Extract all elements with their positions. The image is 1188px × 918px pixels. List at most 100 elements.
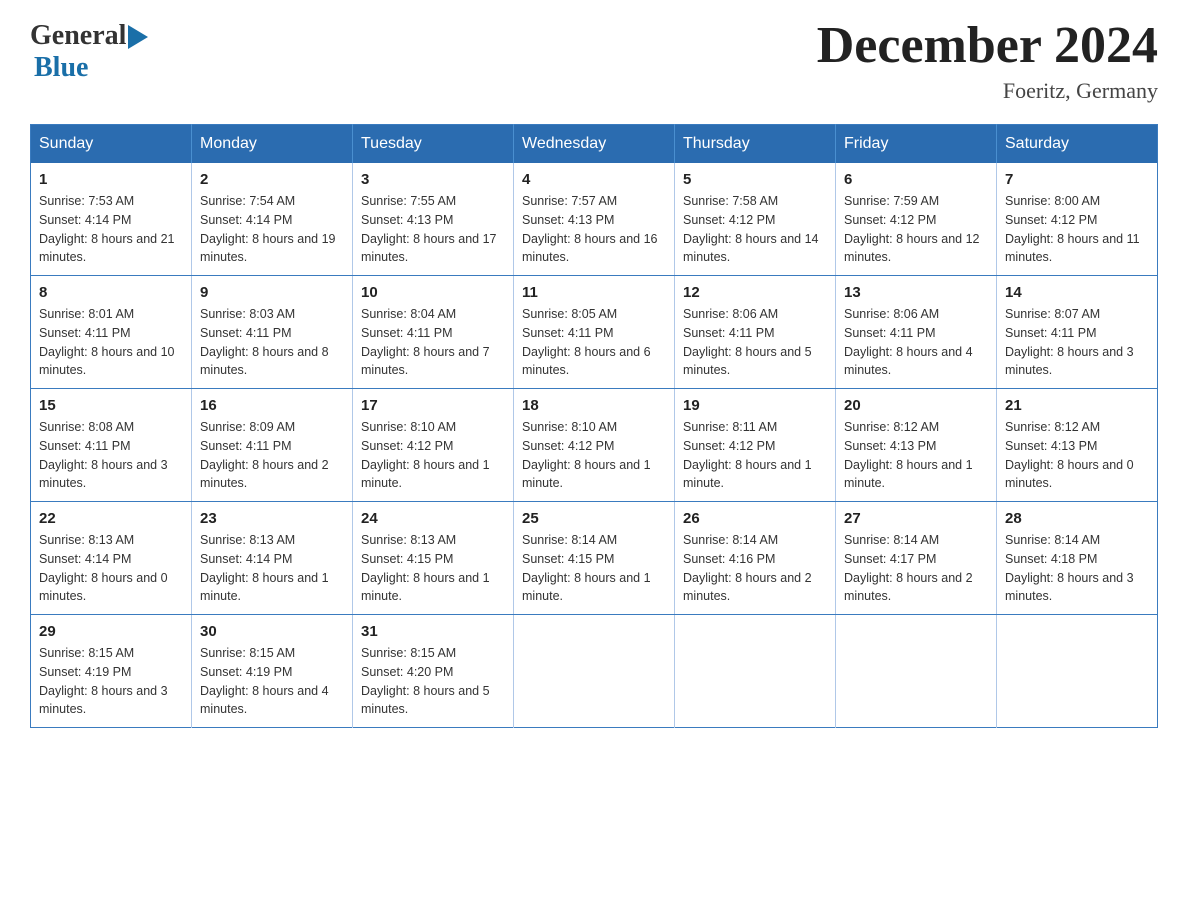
calendar-cell: 27 Sunrise: 8:14 AMSunset: 4:17 PMDayligh… (836, 502, 997, 615)
day-number: 12 (683, 284, 827, 301)
day-number: 5 (683, 171, 827, 188)
day-number: 21 (1005, 397, 1149, 414)
day-info: Sunrise: 7:57 AMSunset: 4:13 PMDaylight:… (522, 192, 666, 267)
calendar-cell: 30 Sunrise: 8:15 AMSunset: 4:19 PMDayligh… (192, 615, 353, 728)
day-number: 10 (361, 284, 505, 301)
calendar-cell: 29Sunrise: 8:15 AMSunset: 4:19 PMDayligh… (31, 615, 192, 728)
month-title: December 2024 (817, 20, 1158, 72)
calendar-cell: 14Sunrise: 8:07 AMSunset: 4:11 PMDayligh… (997, 276, 1158, 389)
calendar-cell: 26Sunrise: 8:14 AMSunset: 4:16 PMDayligh… (675, 502, 836, 615)
day-info: Sunrise: 7:53 AMSunset: 4:14 PMDaylight:… (39, 192, 183, 267)
calendar-cell (836, 615, 997, 728)
day-number: 17 (361, 397, 505, 414)
calendar-cell (675, 615, 836, 728)
calendar-cell: 17 Sunrise: 8:10 AMSunset: 4:12 PMDayligh… (353, 389, 514, 502)
day-info: Sunrise: 8:12 AMSunset: 4:13 PMDaylight:… (1005, 418, 1149, 493)
calendar-cell: 18 Sunrise: 8:10 AMSunset: 4:12 PMDayligh… (514, 389, 675, 502)
day-info: Sunrise: 7:59 AMSunset: 4:12 PMDaylight:… (844, 192, 988, 267)
day-info: Sunrise: 8:08 AMSunset: 4:11 PMDaylight:… (39, 418, 183, 493)
day-number: 28 (1005, 510, 1149, 527)
day-info: Sunrise: 8:06 AMSunset: 4:11 PMDaylight:… (683, 305, 827, 380)
logo-blue-text: Blue (34, 52, 88, 84)
calendar-cell: 6 Sunrise: 7:59 AMSunset: 4:12 PMDaylight… (836, 163, 997, 276)
logo: General Blue (30, 20, 150, 84)
day-number: 22 (39, 510, 183, 527)
day-info: Sunrise: 8:13 AMSunset: 4:14 PMDaylight:… (39, 531, 183, 606)
day-info: Sunrise: 8:03 AMSunset: 4:11 PMDaylight:… (200, 305, 344, 380)
day-info: Sunrise: 8:09 AMSunset: 4:11 PMDaylight:… (200, 418, 344, 493)
calendar-cell: 3 Sunrise: 7:55 AMSunset: 4:13 PMDaylight… (353, 163, 514, 276)
calendar-week-2: 8 Sunrise: 8:01 AMSunset: 4:11 PMDaylight… (31, 276, 1158, 389)
calendar-cell: 31Sunrise: 8:15 AMSunset: 4:20 PMDayligh… (353, 615, 514, 728)
day-info: Sunrise: 7:58 AMSunset: 4:12 PMDaylight:… (683, 192, 827, 267)
day-number: 18 (522, 397, 666, 414)
day-info: Sunrise: 8:12 AMSunset: 4:13 PMDaylight:… (844, 418, 988, 493)
col-sunday: Sunday (31, 125, 192, 164)
calendar-cell: 22 Sunrise: 8:13 AMSunset: 4:14 PMDayligh… (31, 502, 192, 615)
calendar-cell: 11Sunrise: 8:05 AMSunset: 4:11 PMDayligh… (514, 276, 675, 389)
calendar-cell: 20Sunrise: 8:12 AMSunset: 4:13 PMDayligh… (836, 389, 997, 502)
calendar-cell: 7 Sunrise: 8:00 AMSunset: 4:12 PMDaylight… (997, 163, 1158, 276)
col-friday: Friday (836, 125, 997, 164)
col-saturday: Saturday (997, 125, 1158, 164)
day-info: Sunrise: 8:13 AMSunset: 4:14 PMDaylight:… (200, 531, 344, 606)
day-number: 26 (683, 510, 827, 527)
day-info: Sunrise: 8:14 AMSunset: 4:18 PMDaylight:… (1005, 531, 1149, 606)
calendar-cell: 15Sunrise: 8:08 AMSunset: 4:11 PMDayligh… (31, 389, 192, 502)
calendar-cell: 10Sunrise: 8:04 AMSunset: 4:11 PMDayligh… (353, 276, 514, 389)
calendar-cell: 19 Sunrise: 8:11 AMSunset: 4:12 PMDayligh… (675, 389, 836, 502)
day-info: Sunrise: 8:13 AMSunset: 4:15 PMDaylight:… (361, 531, 505, 606)
location-text: Foeritz, Germany (817, 78, 1158, 104)
calendar-header-row: Sunday Monday Tuesday Wednesday Thursday… (31, 125, 1158, 164)
calendar-cell: 28 Sunrise: 8:14 AMSunset: 4:18 PMDayligh… (997, 502, 1158, 615)
calendar-week-3: 15Sunrise: 8:08 AMSunset: 4:11 PMDayligh… (31, 389, 1158, 502)
day-number: 30 (200, 623, 344, 640)
calendar-cell: 24Sunrise: 8:13 AMSunset: 4:15 PMDayligh… (353, 502, 514, 615)
calendar-table: Sunday Monday Tuesday Wednesday Thursday… (30, 124, 1158, 728)
col-thursday: Thursday (675, 125, 836, 164)
calendar-cell: 9 Sunrise: 8:03 AMSunset: 4:11 PMDaylight… (192, 276, 353, 389)
day-info: Sunrise: 8:15 AMSunset: 4:19 PMDaylight:… (200, 644, 344, 719)
day-number: 13 (844, 284, 988, 301)
day-info: Sunrise: 8:14 AMSunset: 4:17 PMDaylight:… (844, 531, 988, 606)
day-number: 1 (39, 171, 183, 188)
day-info: Sunrise: 8:15 AMSunset: 4:20 PMDaylight:… (361, 644, 505, 719)
day-info: Sunrise: 7:54 AMSunset: 4:14 PMDaylight:… (200, 192, 344, 267)
calendar-cell: 25Sunrise: 8:14 AMSunset: 4:15 PMDayligh… (514, 502, 675, 615)
calendar-cell: 8 Sunrise: 8:01 AMSunset: 4:11 PMDaylight… (31, 276, 192, 389)
calendar-week-5: 29Sunrise: 8:15 AMSunset: 4:19 PMDayligh… (31, 615, 1158, 728)
day-number: 3 (361, 171, 505, 188)
day-number: 7 (1005, 171, 1149, 188)
calendar-cell: 16 Sunrise: 8:09 AMSunset: 4:11 PMDayligh… (192, 389, 353, 502)
calendar-cell: 23Sunrise: 8:13 AMSunset: 4:14 PMDayligh… (192, 502, 353, 615)
calendar-week-1: 1 Sunrise: 7:53 AMSunset: 4:14 PMDaylight… (31, 163, 1158, 276)
calendar-cell: 13Sunrise: 8:06 AMSunset: 4:11 PMDayligh… (836, 276, 997, 389)
col-monday: Monday (192, 125, 353, 164)
calendar-cell (997, 615, 1158, 728)
day-number: 9 (200, 284, 344, 301)
calendar-week-4: 22 Sunrise: 8:13 AMSunset: 4:14 PMDayligh… (31, 502, 1158, 615)
day-info: Sunrise: 8:10 AMSunset: 4:12 PMDaylight:… (361, 418, 505, 493)
day-info: Sunrise: 8:07 AMSunset: 4:11 PMDaylight:… (1005, 305, 1149, 380)
day-info: Sunrise: 8:11 AMSunset: 4:12 PMDaylight:… (683, 418, 827, 493)
day-info: Sunrise: 8:00 AMSunset: 4:12 PMDaylight:… (1005, 192, 1149, 267)
calendar-cell: 21 Sunrise: 8:12 AMSunset: 4:13 PMDayligh… (997, 389, 1158, 502)
day-number: 8 (39, 284, 183, 301)
page-header: General Blue December 2024 Foeritz, Germ… (30, 20, 1158, 104)
day-info: Sunrise: 7:55 AMSunset: 4:13 PMDaylight:… (361, 192, 505, 267)
day-info: Sunrise: 8:15 AMSunset: 4:19 PMDaylight:… (39, 644, 183, 719)
day-number: 2 (200, 171, 344, 188)
day-number: 16 (200, 397, 344, 414)
day-info: Sunrise: 8:05 AMSunset: 4:11 PMDaylight:… (522, 305, 666, 380)
day-info: Sunrise: 8:10 AMSunset: 4:12 PMDaylight:… (522, 418, 666, 493)
day-number: 25 (522, 510, 666, 527)
day-info: Sunrise: 8:01 AMSunset: 4:11 PMDaylight:… (39, 305, 183, 380)
logo-general-text: General (30, 20, 126, 52)
calendar-cell: 1 Sunrise: 7:53 AMSunset: 4:14 PMDaylight… (31, 163, 192, 276)
col-tuesday: Tuesday (353, 125, 514, 164)
day-number: 6 (844, 171, 988, 188)
calendar-cell: 12 Sunrise: 8:06 AMSunset: 4:11 PMDayligh… (675, 276, 836, 389)
day-number: 19 (683, 397, 827, 414)
day-number: 27 (844, 510, 988, 527)
day-number: 4 (522, 171, 666, 188)
